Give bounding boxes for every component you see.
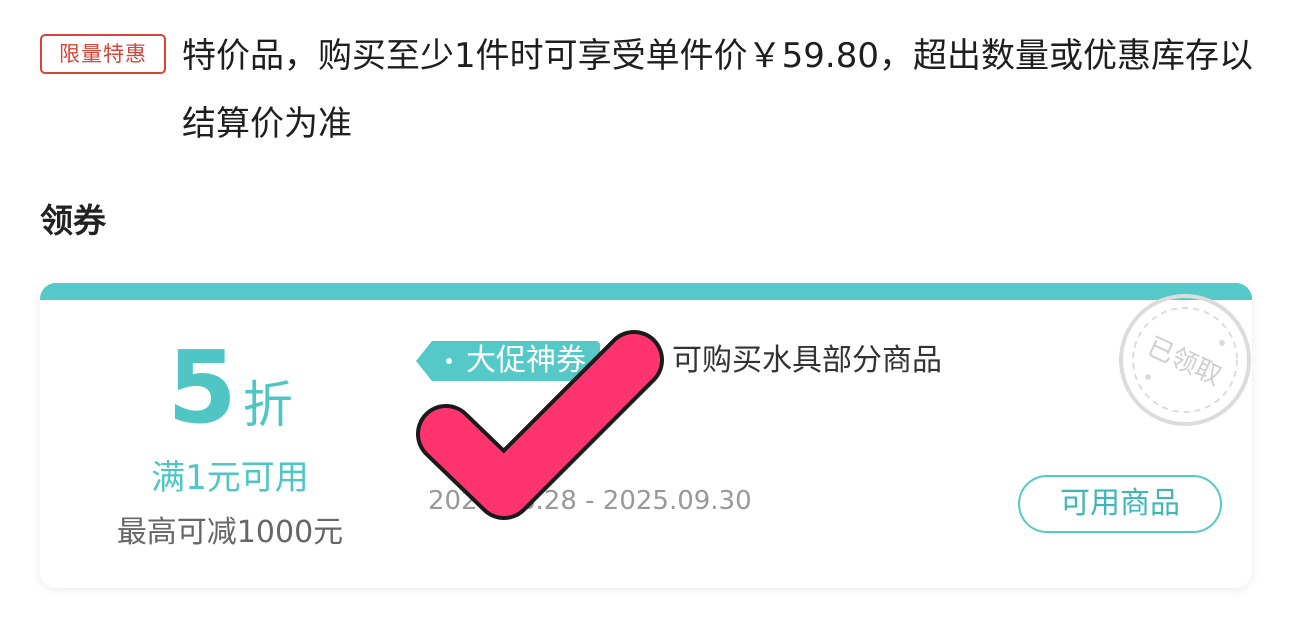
stamp-label: 已领取 xyxy=(1142,332,1225,392)
coupon-top-bar xyxy=(40,283,1252,300)
discount-unit: 折 xyxy=(242,376,293,434)
discount-value: 5 xyxy=(167,329,237,446)
check-mark-icon xyxy=(416,330,664,520)
coupon-description: 可购买水具部分商品 xyxy=(672,343,942,378)
discount-block: 5折 xyxy=(80,338,380,438)
coupon-threshold: 满1元可用 xyxy=(151,458,309,498)
promo-badge: 限量特惠 xyxy=(40,34,166,74)
promo-description: 特价品，购买至少1件时可享受单件价￥59.80，超出数量或优惠库存以结算价为准 xyxy=(182,36,1253,144)
coupon-section-title: 领券 xyxy=(40,201,106,240)
available-products-button[interactable]: 可用商品 xyxy=(1018,475,1222,533)
coupon-max-reduce: 最高可减1000元 xyxy=(116,515,344,550)
received-stamp-icon: 已领取 xyxy=(1119,294,1251,426)
